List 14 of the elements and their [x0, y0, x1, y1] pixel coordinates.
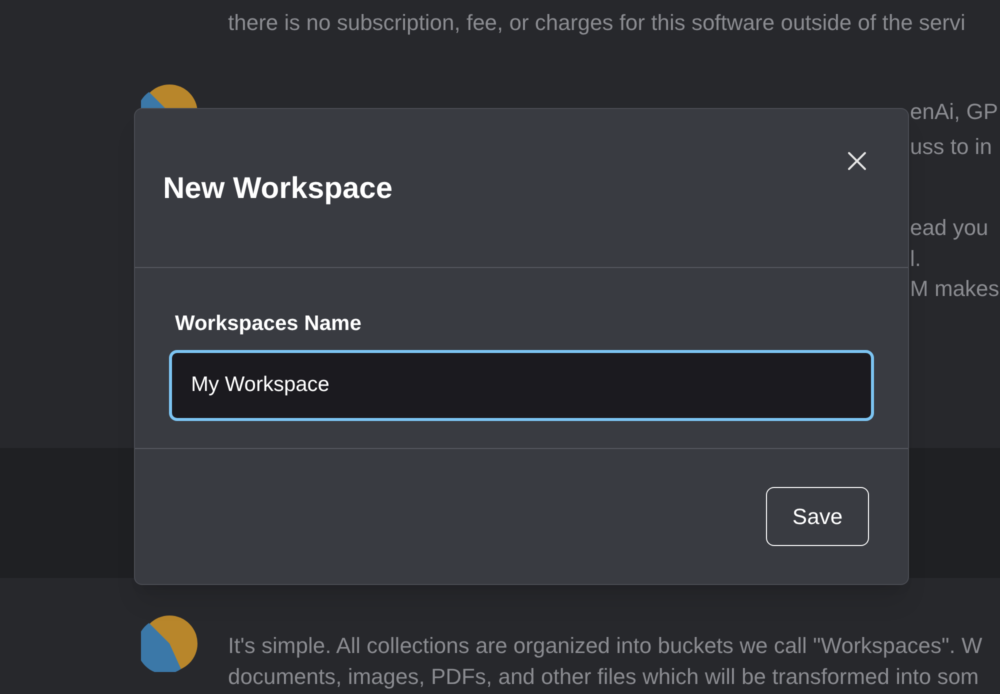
- dialog-title: New Workspace: [163, 170, 393, 206]
- field-label: Workspaces Name: [174, 311, 362, 337]
- message-text: uss to in: [910, 133, 992, 161]
- avatar-icon: [141, 615, 198, 672]
- message-text: enAi, GP: [910, 98, 998, 126]
- message-text: there is no subscription, fee, or charges for this software outside of the servi: [228, 9, 966, 37]
- close-icon[interactable]: [846, 150, 868, 172]
- message-text: ead you: [910, 214, 988, 242]
- save-button[interactable]: Save: [766, 487, 869, 546]
- message-text: M makes: [910, 275, 1000, 303]
- message-text: It's simple. All collections are organized into buckets we call "Workspaces". W: [228, 632, 982, 660]
- message-text: l.: [910, 245, 921, 273]
- message-text: documents, images, PDFs, and other files which will be transformed into som: [228, 663, 979, 691]
- workspace-name-field[interactable]: My Workspace: [169, 350, 874, 420]
